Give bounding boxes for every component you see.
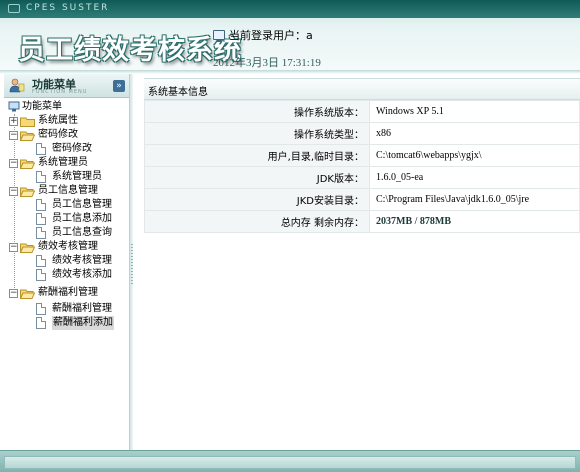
row-label: JDK版本： bbox=[144, 166, 370, 189]
open-folder-icon bbox=[20, 131, 35, 141]
tree-item-performance-add[interactable]: 绩效考核添加 bbox=[36, 268, 126, 282]
open-folder-icon bbox=[20, 243, 35, 253]
tree-group-label: 系统属性 bbox=[38, 115, 78, 126]
row-value: C:\tomcat6\webapps\ygjx\ bbox=[369, 144, 580, 167]
tree-item-label: 密码修改 bbox=[52, 143, 92, 154]
tree-group-salary[interactable]: − 薪酬福利管理 bbox=[9, 286, 119, 300]
tree-item-label: 员工信息管理 bbox=[52, 199, 112, 210]
table-row: 操作系统版本： Windows XP 5.1 bbox=[144, 100, 580, 123]
tree-group-employee-info[interactable]: − 员工信息管理 bbox=[9, 184, 119, 198]
free-memory: 878MB bbox=[419, 216, 451, 227]
tree-group-label: 绩效考核管理 bbox=[38, 241, 98, 252]
row-label: 用户,目录,临时目录： bbox=[144, 144, 370, 167]
document-icon bbox=[36, 213, 46, 225]
document-icon bbox=[36, 143, 46, 155]
current-user-line: 当前登录用户：a bbox=[213, 27, 313, 43]
splitter-grip[interactable] bbox=[131, 244, 133, 284]
tree-item-employee-query[interactable]: 员工信息查询 bbox=[36, 226, 126, 240]
table-row: JKD安装目录： C:\Program Files\Java\jdk1.6.0_… bbox=[144, 188, 580, 211]
row-label: JKD安装目录： bbox=[144, 188, 370, 211]
open-folder-icon bbox=[20, 159, 35, 169]
document-icon bbox=[36, 303, 46, 315]
tree-group-performance[interactable]: − 绩效考核管理 bbox=[9, 240, 119, 254]
sidebar: 功能菜单 FUNCTION MENU » 功能菜单 + 系统属性 − 密码修改 bbox=[4, 74, 130, 450]
tree-item-label: 绩效考核添加 bbox=[52, 269, 112, 280]
row-value: C:\Program Files\Java\jdk1.6.0_05\jre bbox=[369, 188, 580, 211]
tree-item-label: 员工信息查询 bbox=[52, 227, 112, 238]
footer-bar bbox=[0, 450, 580, 472]
table-row: JDK版本： 1.6.0_05-ea bbox=[144, 166, 580, 189]
double-chevron-icon[interactable]: » bbox=[113, 80, 125, 92]
tree-group-label: 密码修改 bbox=[38, 129, 78, 140]
app-title: 员工绩效考核系统 bbox=[18, 35, 242, 66]
sidebar-splitter[interactable] bbox=[129, 74, 133, 450]
document-icon bbox=[36, 255, 46, 267]
tree-item-employee-manage[interactable]: 员工信息管理 bbox=[36, 198, 126, 212]
brand-text: CPES SUSTER bbox=[26, 3, 110, 13]
tree-root-label: 功能菜单 bbox=[22, 101, 62, 112]
collapse-minus-icon[interactable]: − bbox=[9, 289, 18, 298]
header-banner: CPES SUSTER 员工绩效考核系统 当前登录用户：a 2012年3月3日 … bbox=[0, 0, 580, 70]
document-icon bbox=[36, 317, 46, 329]
tree-group-label: 系统管理员 bbox=[38, 157, 88, 168]
menu-subtitle: FUNCTION MENU bbox=[32, 89, 88, 95]
current-datetime: 2012年3月3日 17:31:19 bbox=[213, 57, 321, 69]
collapse-minus-icon[interactable]: − bbox=[9, 187, 18, 196]
table-row: 用户,目录,临时目录： C:\tomcat6\webapps\ygjx\ bbox=[144, 144, 580, 167]
tree-item-label: 绩效考核管理 bbox=[52, 255, 112, 266]
document-icon bbox=[36, 227, 46, 239]
tree-root[interactable]: 功能菜单 bbox=[8, 100, 118, 114]
row-label: 操作系统版本： bbox=[144, 100, 370, 123]
collapse-minus-icon[interactable]: − bbox=[9, 243, 18, 252]
row-label: 操作系统类型： bbox=[144, 122, 370, 145]
tree-item-label: 员工信息添加 bbox=[52, 213, 112, 224]
document-icon bbox=[36, 269, 46, 281]
current-user-label: 当前登录用户： bbox=[229, 29, 306, 42]
tree-item-password-change[interactable]: 密码修改 bbox=[36, 142, 126, 156]
tree-group-password[interactable]: − 密码修改 bbox=[9, 128, 119, 142]
collapse-minus-icon[interactable]: − bbox=[9, 131, 18, 140]
system-info-table: 操作系统版本： Windows XP 5.1 操作系统类型： x86 用户,目录… bbox=[144, 100, 580, 233]
panel-title-bar: 系统基本信息 bbox=[144, 78, 580, 100]
computer-icon bbox=[8, 101, 20, 112]
table-row: 操作系统类型： x86 bbox=[144, 122, 580, 145]
footer-inner bbox=[4, 456, 576, 469]
tree-item-admin[interactable]: 系统管理员 bbox=[36, 170, 126, 184]
menu-header: 功能菜单 FUNCTION MENU » bbox=[4, 74, 130, 98]
main-content: 系统基本信息 操作系统版本： Windows XP 5.1 操作系统类型： x8… bbox=[135, 74, 580, 450]
monitor-icon bbox=[213, 30, 225, 42]
tree-group-label: 员工信息管理 bbox=[38, 185, 98, 196]
person-icon bbox=[9, 78, 25, 93]
row-label: 总内存 剩余内存： bbox=[144, 210, 370, 233]
brand-logo-icon bbox=[8, 4, 20, 13]
folder-icon bbox=[20, 117, 35, 127]
panel-title: 系统基本信息 bbox=[148, 87, 208, 98]
memory-separator: / bbox=[412, 216, 420, 227]
current-user-value: a bbox=[306, 29, 313, 42]
document-icon bbox=[36, 199, 46, 211]
collapse-minus-icon[interactable]: − bbox=[9, 159, 18, 168]
row-value: x86 bbox=[369, 122, 580, 145]
tree-group-admin[interactable]: − 系统管理员 bbox=[9, 156, 119, 170]
tree-item-employee-add[interactable]: 员工信息添加 bbox=[36, 212, 126, 226]
open-folder-icon bbox=[20, 289, 35, 299]
tree-item-performance-manage[interactable]: 绩效考核管理 bbox=[36, 254, 126, 268]
top-band: CPES SUSTER bbox=[0, 0, 580, 18]
open-folder-icon bbox=[20, 187, 35, 197]
tree-item-label: 薪酬福利管理 bbox=[52, 303, 112, 314]
total-memory: 2037MB bbox=[376, 216, 413, 227]
memory-value: 2037MB / 878MB bbox=[369, 210, 580, 233]
document-icon bbox=[36, 171, 46, 183]
expand-plus-icon[interactable]: + bbox=[9, 117, 18, 126]
tree-item-label-selected: 薪酬福利添加 bbox=[52, 316, 114, 330]
tree-item-label: 系统管理员 bbox=[52, 171, 102, 182]
tree-item-salary-add[interactable]: 薪酬福利添加 bbox=[36, 316, 126, 330]
tree-item-salary-manage[interactable]: 薪酬福利管理 bbox=[36, 302, 126, 316]
row-value: Windows XP 5.1 bbox=[369, 100, 580, 123]
tree-group-system-props[interactable]: + 系统属性 bbox=[9, 114, 119, 128]
row-value: 1.6.0_05-ea bbox=[369, 166, 580, 189]
table-row: 总内存 剩余内存： 2037MB / 878MB bbox=[144, 210, 580, 233]
tree-group-label: 薪酬福利管理 bbox=[38, 287, 98, 298]
